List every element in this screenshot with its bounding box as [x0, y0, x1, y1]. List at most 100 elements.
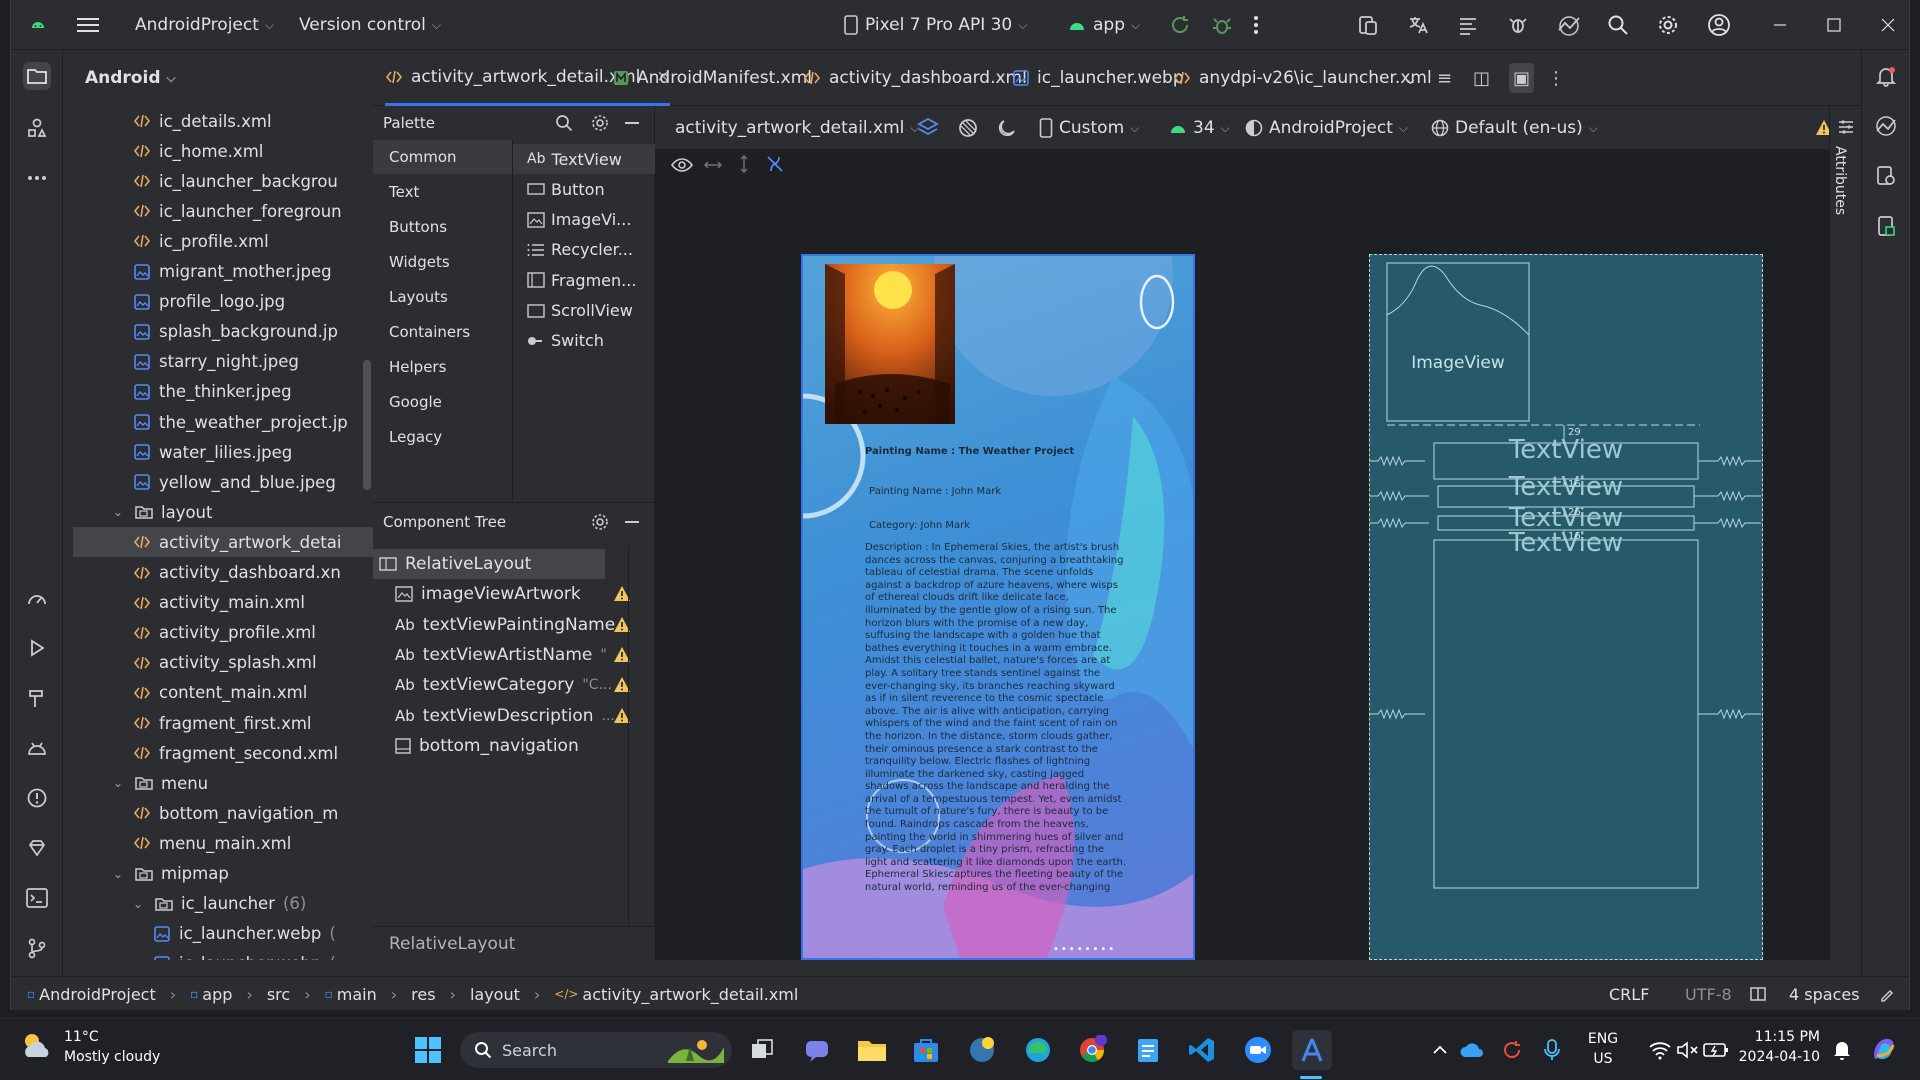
android-monitor-icon[interactable]	[23, 734, 51, 762]
device-manager-icon[interactable]	[1357, 0, 1379, 50]
battery-icon[interactable]	[1696, 1030, 1736, 1070]
palette-item[interactable]: ScrollView	[513, 296, 655, 326]
indent-status[interactable]: 4 spaces	[1789, 977, 1860, 1010]
tree-file[interactable]: activity_artwork_detai	[73, 527, 373, 558]
vcs-menu[interactable]: Version control ⌵	[299, 0, 441, 50]
tree-file[interactable]: menu_main.xml	[63, 828, 363, 858]
tree-file[interactable]: splash_background.jp	[63, 317, 363, 347]
task-view-icon[interactable]	[742, 1030, 782, 1070]
tree-file[interactable]: the_thinker.jpeg	[63, 377, 363, 407]
design-mode-icon[interactable]	[917, 106, 939, 150]
line-separator-status[interactable]: CRLF	[1609, 977, 1649, 1010]
locale-selector[interactable]: Default (en-us) ⌵	[1431, 106, 1598, 150]
taskbar-search-box[interactable]: Search	[460, 1032, 732, 1068]
language-code[interactable]: ENG	[1586, 1031, 1620, 1047]
component-tree-node[interactable]: Ab textViewDescription...	[395, 701, 627, 731]
palette-category[interactable]: Buttons	[373, 210, 513, 244]
clock-time[interactable]: 11:15 PM	[1738, 1029, 1820, 1045]
layout-inspector-icon[interactable]	[1872, 162, 1900, 190]
profiler-icon[interactable]	[1557, 0, 1581, 50]
component-tree-node[interactable]: Ab textViewArtistName "	[395, 640, 627, 670]
tree-folder[interactable]: ⌄ menu	[63, 768, 363, 798]
teams-chat-icon[interactable]	[798, 1030, 838, 1070]
palette-category[interactable]: Helpers	[373, 350, 513, 384]
chrome-browser-icon[interactable]	[1072, 1030, 1112, 1070]
palette-category[interactable]: Layouts	[373, 280, 513, 314]
settings-gear-icon[interactable]	[1657, 0, 1679, 50]
notification-bell-icon[interactable]	[1822, 1030, 1862, 1070]
file-explorer-icon[interactable]	[852, 1030, 892, 1070]
chevron-down-icon[interactable]: ⌄	[113, 776, 127, 790]
tree-file[interactable]: bottom_navigation_m	[63, 798, 363, 828]
search-icon[interactable]	[1607, 0, 1629, 50]
microphone-icon[interactable]	[1532, 1030, 1572, 1070]
night-mode-icon[interactable]	[997, 106, 1017, 150]
gem-icon[interactable]	[23, 834, 51, 862]
split-view-icon[interactable]: ◫	[1473, 50, 1490, 106]
palette-category[interactable]: Widgets	[373, 245, 513, 279]
palette-item[interactable]: ImageVi...	[513, 205, 655, 235]
palette-item[interactable]: Ab TextView	[513, 144, 655, 174]
palette-category[interactable]: Containers	[373, 315, 513, 349]
logcat-icon[interactable]	[1457, 0, 1479, 50]
api-level-selector[interactable]: 34 ⌵	[1169, 106, 1230, 150]
tree-file[interactable]: ic_launcher.webp (	[63, 919, 363, 949]
component-tree-node[interactable]: RelativeLayout	[373, 549, 605, 579]
gemini-icon[interactable]	[1872, 112, 1900, 140]
blueprint-mode-icon[interactable]	[957, 106, 979, 150]
palette-item[interactable]: Switch	[513, 326, 655, 356]
breadcrumb-item[interactable]: ▫ app	[190, 985, 232, 1004]
component-tree-node[interactable]: Ab textViewCategory "C...	[395, 670, 627, 700]
layout-canvas[interactable]: ? Painting Name : The Weather	[655, 150, 1861, 960]
eye-icon[interactable]	[671, 156, 693, 174]
gear-icon[interactable]	[591, 114, 609, 132]
chevron-down-icon[interactable]: ⌄	[133, 897, 147, 911]
edge-browser-icon[interactable]	[1018, 1030, 1058, 1070]
resource-manager-icon[interactable]	[23, 114, 51, 142]
android-studio-taskbar-icon[interactable]	[1292, 1030, 1332, 1070]
tree-file[interactable]: activity_main.xml	[63, 588, 363, 618]
chevron-down-icon[interactable]: ⌄	[113, 505, 127, 519]
vscode-icon[interactable]	[1182, 1030, 1222, 1070]
minimize-icon[interactable]	[1773, 0, 1787, 50]
maximize-icon[interactable]	[1827, 0, 1841, 50]
project-selector[interactable]: AndroidProject ⌵	[135, 0, 274, 50]
tree-file[interactable]: ic_profile.xml	[63, 226, 363, 256]
tree-folder[interactable]: ⌄ mipmap	[63, 859, 363, 889]
book-icon[interactable]	[1749, 977, 1767, 1010]
search-icon[interactable]	[555, 114, 573, 132]
notifications-bell-icon[interactable]	[1872, 62, 1900, 90]
editor-tab[interactable]: activity_dashboard.xml	[803, 50, 1027, 106]
device-config-selector[interactable]: Custom ⌵	[1039, 106, 1139, 150]
tree-file[interactable]: ic_home.xml	[63, 136, 363, 166]
device-selector[interactable]: Pixel 7 Pro API 30 ⌵	[843, 0, 1027, 50]
tree-file[interactable]: activity_profile.xml	[63, 618, 363, 648]
apply-changes-button[interactable]	[1169, 0, 1191, 50]
weather-cloud-icon[interactable]	[20, 1031, 54, 1061]
tree-file[interactable]: content_main.xml	[63, 678, 363, 708]
breadcrumb-item[interactable]: </> activity_artwork_detail.xml	[554, 985, 798, 1004]
problems-icon[interactable]	[23, 784, 51, 812]
chevron-down-icon[interactable]: ⌄	[1403, 50, 1418, 106]
design-view-icon[interactable]: ▣	[1509, 63, 1535, 93]
tree-file[interactable]: migrant_mother.jpeg	[63, 257, 363, 287]
editor-tab[interactable]: AndroidManifest.xml	[613, 50, 812, 106]
region-code[interactable]: US	[1586, 1051, 1620, 1067]
translate-icon[interactable]	[1407, 0, 1429, 50]
tree-folder[interactable]: ⌄ ic_launcher (6)	[63, 889, 363, 919]
tree-file[interactable]: ic_launcher_foregroun	[63, 196, 363, 226]
close-icon[interactable]	[1881, 0, 1895, 50]
tree-file[interactable]: activity_dashboard.xn	[63, 558, 363, 588]
run-config-selector[interactable]: app ⌵	[1067, 0, 1140, 50]
tree-file[interactable]: fragment_second.xml	[63, 738, 363, 768]
app-inspection-icon[interactable]	[1507, 0, 1529, 50]
breadcrumb-item[interactable]: res	[411, 985, 435, 1004]
chevron-down-icon[interactable]: ⌄	[113, 867, 127, 881]
tree-folder[interactable]: ⌄ layout	[63, 497, 363, 527]
breadcrumb-item[interactable]: src	[267, 985, 290, 1004]
palette-category[interactable]: Text	[373, 175, 513, 209]
tree-file[interactable]: ic_launcher_backgrou	[63, 166, 363, 196]
lock-icon[interactable]	[1879, 977, 1895, 1010]
more-tabs-icon[interactable]: ⋮	[1547, 50, 1565, 106]
windows-start-icon[interactable]	[408, 1030, 448, 1070]
